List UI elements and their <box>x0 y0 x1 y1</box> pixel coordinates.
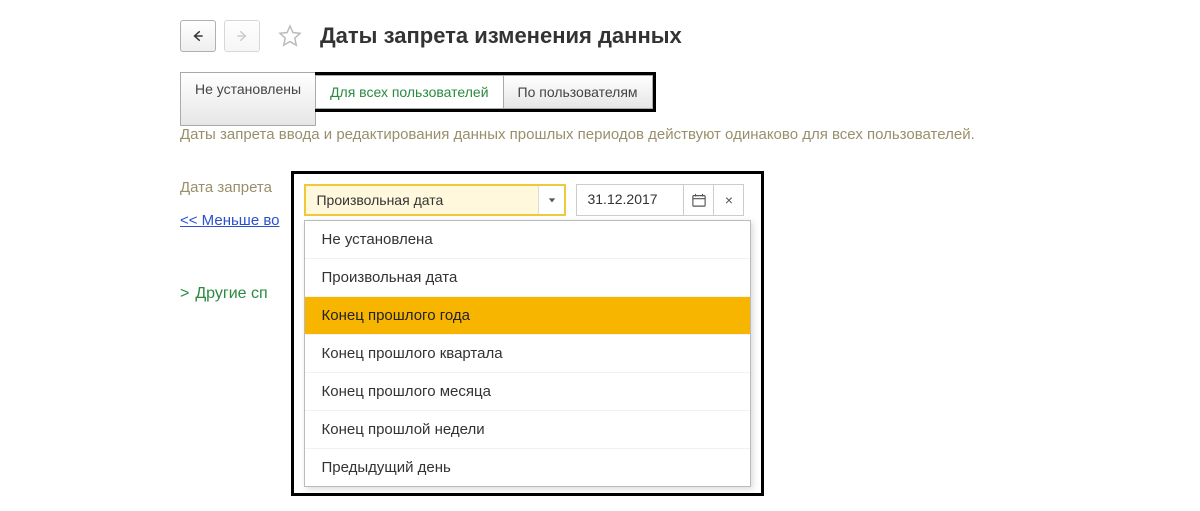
tab-by-users[interactable]: По пользователям <box>503 75 653 109</box>
restriction-type-select[interactable]: Произвольная дата <box>304 184 566 216</box>
other-methods-link[interactable]: Другие сп <box>195 285 267 303</box>
select-current-value: Произвольная дата <box>306 186 538 214</box>
tab-all-users[interactable]: Для всех пользователей <box>315 75 502 109</box>
less-options-link[interactable]: << Меньше во <box>180 212 279 229</box>
tab-not-set[interactable]: Не установлены <box>180 72 316 126</box>
dropdown-highlighted-area: Произвольная дата 31.12.2017 × Не устано… <box>291 171 764 496</box>
caret-down-icon <box>548 196 556 204</box>
select-dropdown-button[interactable] <box>538 186 564 214</box>
date-input-group: 31.12.2017 × <box>576 184 744 216</box>
dropdown-item-highlighted[interactable]: Конец прошлого года <box>305 297 750 335</box>
dropdown-item[interactable]: Конец прошлого квартала <box>305 335 750 373</box>
calendar-button[interactable] <box>684 184 714 216</box>
description-text: Даты запрета ввода и редактирования данн… <box>180 126 1200 143</box>
dropdown-item[interactable]: Не установлена <box>305 221 750 259</box>
controls-row: Произвольная дата 31.12.2017 × <box>304 184 751 216</box>
date-restriction-label: Дата запрета <box>180 171 279 196</box>
dropdown-item[interactable]: Предыдущий день <box>305 449 750 486</box>
nav-back-button[interactable] <box>180 20 216 52</box>
main-form-row: Дата запрета << Меньше во > Другие сп Пр… <box>180 171 1200 496</box>
calendar-icon <box>692 193 706 207</box>
page-title: Даты запрета изменения данных <box>320 23 682 49</box>
tabs-wrapper: Не установлены Для всех пользователей По… <box>180 72 1200 126</box>
back-arrow-icon <box>191 29 205 43</box>
chevron-right-icon: > <box>180 285 189 303</box>
star-icon <box>278 24 302 48</box>
dropdown-item[interactable]: Конец прошлого месяца <box>305 373 750 411</box>
header-row: Даты запрета изменения данных <box>180 20 1200 52</box>
dropdown-item[interactable]: Конец прошлой недели <box>305 411 750 449</box>
date-input[interactable]: 31.12.2017 <box>576 184 684 216</box>
clear-date-button[interactable]: × <box>714 184 744 216</box>
dropdown-list: Не установлена Произвольная дата Конец п… <box>304 220 751 487</box>
favorite-star-button[interactable] <box>276 22 304 50</box>
tabs-highlighted-group: Для всех пользователей По пользователям <box>315 72 655 112</box>
dropdown-item[interactable]: Произвольная дата <box>305 259 750 297</box>
nav-forward-button[interactable] <box>224 20 260 52</box>
forward-arrow-icon <box>235 29 249 43</box>
